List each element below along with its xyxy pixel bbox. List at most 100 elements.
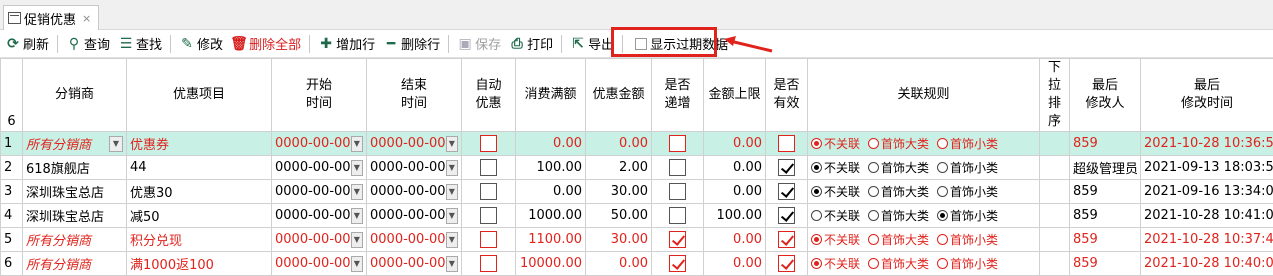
order-cell[interactable] (1040, 252, 1070, 276)
end-value[interactable]: 0000-00-00 (370, 184, 446, 199)
chevron-down-icon[interactable]: ▼ (446, 232, 458, 248)
auto-checkbox[interactable] (480, 255, 497, 272)
header-item[interactable]: 优惠项目 (127, 59, 272, 132)
end-cell[interactable]: 0000-00-00▼ (367, 180, 462, 204)
amount-cell[interactable]: 2.00 (586, 156, 652, 180)
radio-button-icon[interactable] (937, 258, 948, 269)
delete-row-button[interactable]: ━删除行 (383, 34, 440, 53)
order-cell[interactable] (1040, 204, 1070, 228)
radio-button-icon[interactable] (811, 186, 822, 197)
header-incr[interactable]: 是否 递增 (652, 59, 704, 132)
auto-cell[interactable] (462, 204, 516, 228)
radio-button-icon[interactable] (868, 258, 879, 269)
header-distributor[interactable]: 分销商 (23, 59, 127, 132)
cap-cell[interactable]: 0.00 (704, 132, 766, 156)
item-cell[interactable]: 44 (127, 156, 272, 180)
amount-cell[interactable]: 0.00 (586, 252, 652, 276)
rule-radio[interactable]: 首饰大类 (868, 255, 929, 272)
cap-cell[interactable]: 0.00 (704, 156, 766, 180)
end-cell[interactable]: 0000-00-00▼ (367, 252, 462, 276)
valid-checkbox[interactable] (778, 255, 795, 272)
chevron-down-icon[interactable]: ▼ (446, 184, 458, 200)
rule-radio[interactable]: 首饰小类 (937, 231, 998, 248)
incr-checkbox[interactable] (669, 159, 686, 176)
header-amount[interactable]: 优惠金额 (586, 59, 652, 132)
chevron-down-icon[interactable]: ▼ (351, 232, 363, 248)
start-value[interactable]: 0000-00-00 (275, 256, 351, 271)
start-cell[interactable]: 0000-00-00▼ (272, 228, 367, 252)
radio-button-icon[interactable] (937, 138, 948, 149)
valid-cell[interactable] (766, 252, 808, 276)
radio-button-icon[interactable] (868, 210, 879, 221)
rule-radio[interactable]: 首饰大类 (868, 231, 929, 248)
start-value[interactable]: 0000-00-00 (275, 232, 351, 247)
rule-radio[interactable]: 首饰大类 (868, 207, 929, 224)
start-value[interactable]: 0000-00-00 (275, 136, 351, 151)
table-row[interactable]: 3深圳珠宝总店优惠300000-00-00▼0000-00-00▼0.0030.… (1, 180, 1273, 204)
rule-radio[interactable]: 不关联 (811, 135, 860, 152)
radio-button-icon[interactable] (937, 186, 948, 197)
header-modifier[interactable]: 最后 修改人 (1070, 59, 1141, 132)
cap-cell[interactable]: 0.00 (704, 180, 766, 204)
header-end[interactable]: 结束 时间 (367, 59, 462, 132)
end-value[interactable]: 0000-00-00 (370, 160, 446, 175)
incr-cell[interactable] (652, 204, 704, 228)
rule-radio[interactable]: 首饰大类 (868, 183, 929, 200)
auto-checkbox[interactable] (480, 135, 497, 152)
chevron-down-icon[interactable]: ▼ (446, 208, 458, 224)
threshold-cell[interactable]: 100.00 (516, 156, 586, 180)
item-cell[interactable]: 优惠券 (127, 132, 272, 156)
radio-button-icon[interactable] (868, 162, 879, 173)
delete-all-button[interactable]: 🗑删除全部 (231, 34, 301, 53)
valid-cell[interactable] (766, 204, 808, 228)
query-button[interactable]: ⚲查询 (66, 34, 110, 53)
start-cell[interactable]: 0000-00-00▼ (272, 180, 367, 204)
rule-cell[interactable]: 不关联首饰大类首饰小类 (808, 204, 1040, 228)
valid-checkbox[interactable] (778, 207, 795, 224)
threshold-cell[interactable]: 10000.00 (516, 252, 586, 276)
valid-cell[interactable] (766, 228, 808, 252)
table-row[interactable]: 5所有分销商积分兑现0000-00-00▼0000-00-00▼1100.003… (1, 228, 1273, 252)
valid-cell[interactable] (766, 156, 808, 180)
order-cell[interactable] (1040, 156, 1070, 180)
rule-cell[interactable]: 不关联首饰大类首饰小类 (808, 180, 1040, 204)
header-valid[interactable]: 是否 有效 (766, 59, 808, 132)
radio-button-icon[interactable] (868, 186, 879, 197)
auto-cell[interactable] (462, 180, 516, 204)
find-button[interactable]: ☰查找 (118, 34, 162, 53)
valid-cell[interactable] (766, 180, 808, 204)
start-value[interactable]: 0000-00-00 (275, 208, 351, 223)
amount-cell[interactable]: 50.00 (586, 204, 652, 228)
start-value[interactable]: 0000-00-00 (275, 184, 351, 199)
rule-cell[interactable]: 不关联首饰大类首饰小类 (808, 156, 1040, 180)
cap-cell[interactable]: 100.00 (704, 204, 766, 228)
rule-radio[interactable]: 不关联 (811, 183, 860, 200)
start-cell[interactable]: 0000-00-00▼ (272, 132, 367, 156)
start-cell[interactable]: 0000-00-00▼ (272, 252, 367, 276)
incr-cell[interactable] (652, 252, 704, 276)
radio-button-icon[interactable] (937, 234, 948, 245)
distributor-cell[interactable]: 所有分销商 (23, 252, 127, 276)
chevron-down-icon[interactable]: ▼ (351, 136, 363, 152)
header-start[interactable]: 开始 时间 (272, 59, 367, 132)
end-value[interactable]: 0000-00-00 (370, 256, 446, 271)
export-button[interactable]: ⇱导出 (570, 34, 614, 53)
auto-cell[interactable] (462, 252, 516, 276)
threshold-cell[interactable]: 1000.00 (516, 204, 586, 228)
radio-button-icon[interactable] (937, 162, 948, 173)
auto-cell[interactable] (462, 228, 516, 252)
rule-cell[interactable]: 不关联首饰大类首饰小类 (808, 132, 1040, 156)
auto-checkbox[interactable] (480, 183, 497, 200)
item-cell[interactable]: 积分兑现 (127, 228, 272, 252)
header-auto[interactable]: 自动 优惠 (462, 59, 516, 132)
order-cell[interactable] (1040, 228, 1070, 252)
rule-radio[interactable]: 首饰小类 (937, 159, 998, 176)
incr-checkbox[interactable] (669, 207, 686, 224)
incr-checkbox[interactable] (669, 183, 686, 200)
end-cell[interactable]: 0000-00-00▼ (367, 204, 462, 228)
radio-button-icon[interactable] (937, 210, 948, 221)
threshold-cell[interactable]: 0.00 (516, 180, 586, 204)
valid-cell[interactable] (766, 132, 808, 156)
header-threshold[interactable]: 消费满额 (516, 59, 586, 132)
chevron-down-icon[interactable]: ▼ (446, 136, 458, 152)
